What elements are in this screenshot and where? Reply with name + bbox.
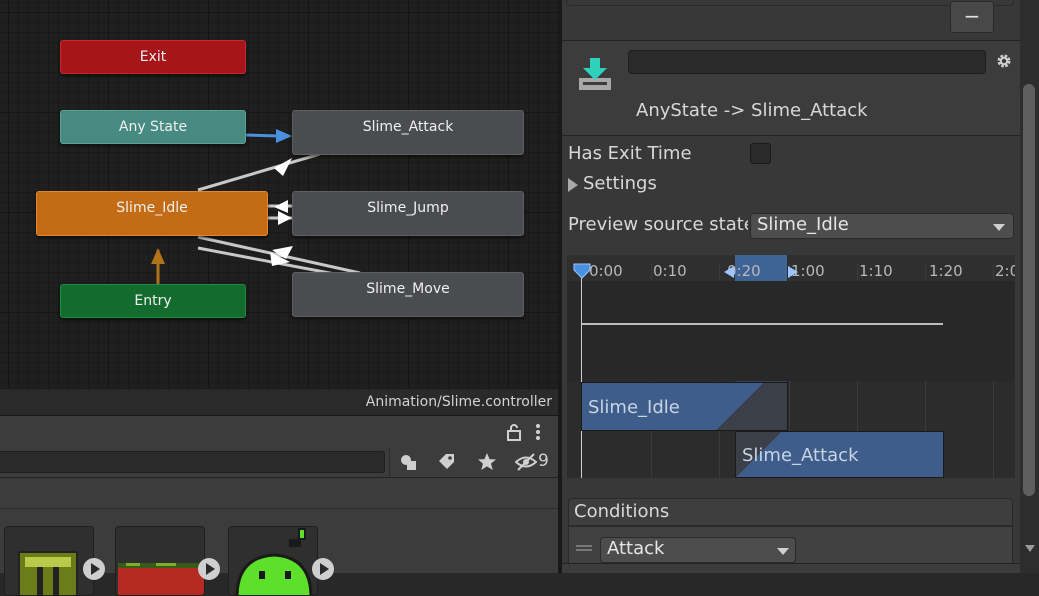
drag-handle-icon[interactable] (576, 545, 592, 551)
state-entry-label: Entry (134, 293, 172, 309)
asset-thumbnail[interactable] (115, 526, 205, 596)
lock-icon[interactable] (506, 423, 522, 441)
tick-label: 2:00 (995, 262, 1015, 280)
play-icon[interactable] (312, 558, 334, 580)
scroll-down-arrow-icon[interactable] (1025, 545, 1035, 552)
sprite-preview-icon (118, 563, 204, 595)
transition-arrow-idle-to-attack (274, 158, 292, 176)
project-assets-area (0, 478, 558, 596)
tick-label: 1:10 (859, 262, 893, 280)
top-field[interactable] (566, 0, 1014, 6)
transition-start-marker-icon[interactable] (723, 265, 735, 279)
state-slime-attack-label: Slime_Attack (362, 119, 454, 135)
playhead[interactable] (581, 265, 582, 478)
tick-label: 0:00 (589, 262, 623, 280)
state-entry[interactable]: Entry (60, 284, 246, 318)
playhead-marker-icon[interactable] (573, 263, 591, 279)
sprite-preview-icon (235, 528, 313, 595)
sprite-preview-icon (18, 551, 78, 595)
asset-thumbnail[interactable] (228, 526, 318, 596)
animator-graph[interactable]: Exit Any State Slime_Attack Slime_Idle S… (0, 0, 560, 388)
conditions-label: Conditions (574, 501, 670, 522)
preview-source-label: Preview source state (568, 214, 748, 235)
state-slime-jump-label: Slime_Jump (367, 200, 449, 216)
kebab-menu-icon[interactable] (534, 423, 542, 441)
source-state-bar[interactable]: Slime_Idle (581, 382, 788, 431)
scroll-thumb[interactable] (1023, 84, 1035, 496)
chevron-down-icon (777, 548, 789, 555)
remove-button-label: − (963, 4, 981, 28)
transition-arrow-any-to-attack (276, 129, 292, 143)
project-header (0, 415, 558, 448)
source-state-bar-label: Slime_Idle (588, 397, 680, 418)
transition-end-marker-icon[interactable] (787, 265, 799, 279)
foldout-arrow-icon (568, 178, 578, 192)
search-input[interactable] (0, 451, 385, 473)
controller-path: Animation/Slime.controller (365, 394, 552, 410)
project-toolbar: 9 (0, 447, 558, 478)
state-any-state[interactable]: Any State (60, 110, 246, 144)
tick-label: 0:10 (653, 262, 687, 280)
settings-label: Settings (583, 173, 657, 194)
state-slime-idle[interactable]: Slime_Idle (36, 191, 268, 236)
state-exit-label: Exit (139, 49, 167, 65)
transition-arrow-idle-to-jump (278, 211, 292, 225)
preview-source-dropdown[interactable]: Slime_Idle (750, 213, 1014, 239)
state-slime-move-label: Slime_Move (366, 281, 450, 297)
conditions-header: Conditions (568, 498, 1013, 526)
transition-timeline[interactable]: 0:00 0:10 0:20 1:00 1:10 1:20 2:00 Slime… (567, 255, 1015, 478)
favorites-star-icon[interactable] (477, 452, 497, 472)
hidden-packages-icon[interactable] (515, 452, 537, 472)
condition-parameter-value: Attack (607, 538, 665, 559)
preview-source-value: Slime_Idle (757, 214, 849, 235)
remove-button[interactable]: − (950, 1, 994, 33)
hidden-packages-count: 9 (538, 451, 549, 471)
transition-title: AnyState -> Slime_Attack (636, 100, 868, 121)
transition-any-to-attack (245, 133, 279, 138)
inspector-scrollbar[interactable] (1020, 0, 1039, 573)
transition-idle-to-attack (197, 152, 321, 192)
play-icon[interactable] (198, 558, 220, 580)
play-icon[interactable] (83, 558, 105, 580)
transition-asset-icon (579, 58, 611, 90)
weight-curve (581, 323, 943, 325)
chevron-down-icon (993, 224, 1005, 231)
transition-arrow-jump-to-idle (274, 200, 288, 213)
destination-state-bar-label: Slime_Attack (742, 445, 859, 466)
state-any-state-label: Any State (118, 119, 188, 135)
state-slime-move[interactable]: Slime_Move (292, 272, 524, 317)
settings-foldout[interactable]: Settings (566, 172, 766, 196)
state-slime-jump[interactable]: Slime_Jump (292, 191, 524, 236)
state-exit[interactable]: Exit (60, 40, 246, 74)
destination-state-bar[interactable]: Slime_Attack (735, 431, 944, 478)
has-exit-time-checkbox[interactable] (750, 143, 771, 164)
transition-name-field[interactable] (628, 50, 986, 74)
condition-parameter-dropdown[interactable]: Attack (600, 537, 796, 563)
gear-icon[interactable] (996, 53, 1012, 69)
state-slime-idle-label: Slime_Idle (116, 200, 188, 216)
asset-thumbnail[interactable] (4, 526, 94, 596)
has-exit-time-label: Has Exit Time (568, 143, 692, 164)
controller-path-bar: Animation/Slime.controller (0, 388, 558, 416)
tick-label: 1:20 (929, 262, 963, 280)
state-slime-attack[interactable]: Slime_Attack (292, 110, 524, 155)
filter-by-type-icon[interactable] (398, 452, 420, 472)
filter-by-label-icon[interactable] (437, 452, 457, 472)
